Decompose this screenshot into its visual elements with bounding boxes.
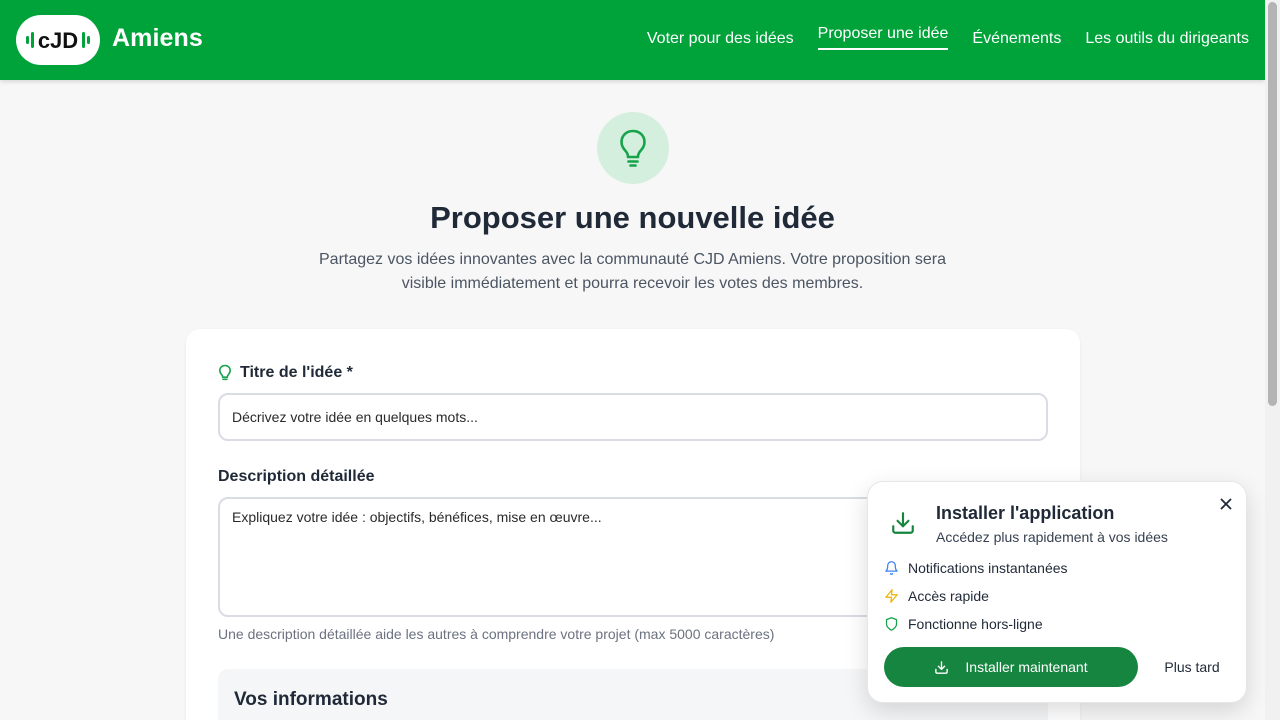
description-label-text: Description détaillée	[218, 468, 375, 485]
idea-title-placeholder: Décrivez votre idée en quelques mots...	[232, 409, 478, 425]
close-icon[interactable]	[1216, 494, 1236, 514]
description-label: Description détaillée	[218, 468, 375, 486]
shield-icon	[885, 617, 898, 631]
feature-notifications: Notifications instantanées	[884, 560, 1068, 576]
description-help-text: Une description détaillée aide les autre…	[218, 626, 775, 642]
cjd-logo[interactable]: cJD	[16, 15, 100, 65]
page-title: Proposer une nouvelle idée	[430, 200, 835, 235]
lightbulb-icon	[597, 112, 669, 184]
main-nav: Voter pour des idées Proposer une idée É…	[623, 0, 1249, 80]
download-icon	[935, 660, 949, 674]
install-popup-title: Installer l'application	[936, 503, 1115, 523]
feature-offline: Fonctionne hors-ligne	[884, 616, 1043, 632]
lightbulb-icon	[219, 364, 231, 381]
later-button[interactable]: Plus tard	[1150, 647, 1234, 687]
feature-label: Fonctionne hors-ligne	[908, 616, 1043, 632]
feature-fast-access: Accès rapide	[884, 588, 989, 604]
install-popup-subtitle: Accédez plus rapidement à vos idées	[936, 529, 1168, 545]
page-scrollbar[interactable]	[1265, 0, 1280, 720]
idea-description-placeholder: Expliquez votre idée : objectifs, bénéfi…	[232, 509, 602, 525]
bell-icon	[885, 561, 898, 575]
scrollbar-thumb[interactable]	[1268, 2, 1277, 406]
brand-name: Amiens	[112, 24, 203, 52]
your-info-title: Vos informations	[234, 689, 388, 710]
nav-leader-tools[interactable]: Les outils du dirigeants	[1085, 30, 1249, 51]
top-header: cJD Amiens Voter pour des idées Proposer…	[0, 0, 1265, 80]
svg-text:cJD: cJD	[38, 28, 78, 53]
lightning-icon	[885, 589, 898, 603]
logo-mark: cJD	[26, 28, 90, 53]
idea-title-input[interactable]: Décrivez votre idée en quelques mots...	[218, 393, 1048, 441]
title-label: Titre de l'idée *	[218, 364, 353, 382]
install-now-button[interactable]: Installer maintenant	[884, 647, 1138, 687]
page-subtitle: Partagez vos idées innovantes avec la co…	[319, 251, 946, 292]
install-now-label: Installer maintenant	[965, 659, 1088, 675]
download-icon	[890, 510, 916, 536]
title-label-text: Titre de l'idée *	[240, 364, 353, 381]
nav-propose-idea[interactable]: Proposer une idée	[817, 25, 949, 50]
nav-vote-ideas[interactable]: Voter pour des idées	[647, 30, 794, 51]
feature-label: Notifications instantanées	[908, 560, 1068, 576]
feature-label: Accès rapide	[908, 588, 989, 604]
install-app-popup: Installer l'application Accédez plus rap…	[867, 481, 1247, 703]
nav-events[interactable]: Événements	[972, 30, 1061, 51]
